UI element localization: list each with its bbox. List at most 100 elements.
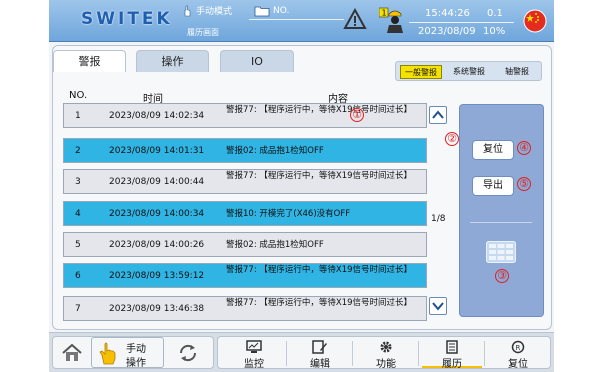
table-row[interactable]: 1 2023/08/09 14:02:34 警报77: 【程序运行中，等待X19… (63, 103, 427, 128)
row-message: 警报77: 【程序运行中，等待X19信号时间过长】 (226, 171, 413, 181)
nav-divider (352, 341, 353, 366)
row-message: 警报02: 成品抱1检知OFF (226, 146, 324, 156)
manual-operation-button[interactable]: 手动 操作 (91, 337, 164, 369)
row-number: 2 (75, 146, 81, 156)
annotation-marker-2: ② (445, 132, 459, 146)
row-time: 2023/08/09 14:02:34 (109, 111, 205, 121)
monitor-icon (246, 340, 262, 353)
gear-icon (380, 341, 392, 353)
manual-label-line2: 操作 (126, 358, 146, 369)
row-time: 2023/08/09 13:46:38 (109, 304, 205, 314)
scroll-up-button[interactable] (429, 106, 447, 124)
folder-icon (254, 6, 270, 17)
hmi-screen: SWITEK 手动模式 履历画面 NO. 1 15:44:26 2023/08/… (49, 0, 554, 372)
nav-function[interactable]: 功能 (356, 338, 416, 370)
annotation-marker-3: ③ (495, 269, 509, 283)
mode-text: 手动模式 (196, 7, 233, 17)
page-name: 履历画面 (187, 28, 219, 37)
table-row[interactable]: 3 2023/08/09 14:00:44 警报77: 【程序运行中，等待X19… (63, 169, 427, 194)
bottom-bar: 手动 操作 监控 编辑 功能 履历 R 复位 (49, 332, 554, 372)
document-icon (446, 340, 458, 354)
operator-icon[interactable]: 1 (379, 6, 405, 34)
manual-controls: 手动 操作 (52, 336, 214, 369)
percent-value: 10% (483, 26, 506, 37)
home-icon[interactable] (61, 344, 83, 362)
row-number: 6 (75, 271, 81, 281)
row-number: 1 (75, 111, 81, 121)
nav-history[interactable]: 履历 (422, 338, 482, 370)
hand-icon (184, 5, 191, 16)
reset-button[interactable]: 复位 (472, 140, 514, 160)
row-time: 2023/08/09 14:00:34 (109, 209, 205, 219)
header-divider (249, 19, 344, 20)
annotation-marker-1: ① (350, 108, 364, 122)
language-flag-icon[interactable] (523, 9, 547, 33)
row-message: 警报77: 【程序运行中，等待X19信号时间过长】 (226, 265, 413, 275)
nav-reset[interactable]: R 复位 (488, 338, 548, 370)
nav-edit-label: 编辑 (310, 359, 330, 370)
annotation-marker-4: ④ (517, 141, 531, 155)
clock-date: 2023/08/09 (418, 26, 476, 37)
table-row[interactable]: 7 2023/08/09 13:46:38 警报77: 【程序运行中，等待X19… (63, 296, 427, 321)
file-number: NO. (273, 6, 290, 16)
row-time: 2023/08/09 14:00:26 (109, 240, 205, 250)
alarm-filter-group: 一般警报 系统警报 轴警报 (395, 61, 542, 81)
file-indicator: NO. (254, 5, 289, 17)
nav-function-label: 功能 (376, 359, 396, 370)
mode-indicator: 手动模式 (181, 4, 232, 17)
panel-divider (470, 222, 532, 223)
svg-text:R: R (516, 344, 521, 352)
row-message: 警报10: 开模完了(X46)没有OFF (226, 209, 351, 219)
column-header-no: NO. (69, 90, 88, 101)
nav-divider (484, 341, 485, 366)
nav-reset-label: 复位 (508, 359, 528, 370)
table-row[interactable]: 2 2023/08/09 14:01:31 警报02: 成品抱1检知OFF (63, 138, 427, 163)
alarm-history-panel: 警报 操作 IO 一般警报 系统警报 轴警报 NO. 时间 内容 1 2023/… (52, 45, 552, 330)
switek-logo: SWITEK (81, 9, 173, 29)
operator-badge: 1 (382, 9, 387, 18)
table-row[interactable]: 5 2023/08/09 14:00:26 警报02: 成品抱1检知OFF (63, 232, 427, 257)
nav-monitor[interactable]: 监控 (224, 338, 284, 370)
row-time: 2023/08/09 13:59:12 (109, 271, 205, 281)
row-number: 5 (75, 240, 81, 250)
speed-value: 0.1 (487, 8, 503, 19)
header-bar: SWITEK 手动模式 履历画面 NO. 1 15:44:26 2023/08/… (49, 0, 554, 42)
tab-operation[interactable]: 操作 (136, 50, 209, 72)
row-number: 7 (75, 304, 81, 314)
nav-edit[interactable]: 编辑 (290, 338, 350, 370)
nav-history-label: 履历 (442, 359, 462, 370)
action-panel: 复位 导出 (459, 104, 544, 317)
clock-time: 15:44:26 (425, 8, 470, 19)
cycle-icon[interactable] (177, 343, 199, 363)
table-row[interactable]: 6 2023/08/09 13:59:12 警报77: 【程序运行中，等待X19… (63, 263, 427, 288)
nav-monitor-label: 监控 (244, 359, 264, 370)
edit-icon (312, 340, 327, 354)
hand-pointer-icon (99, 342, 116, 365)
row-message: 警报02: 成品抱1检知OFF (226, 240, 324, 250)
scroll-down-button[interactable] (429, 297, 447, 315)
nav-divider (286, 341, 287, 366)
header-divider-right (409, 22, 514, 23)
export-button[interactable]: 导出 (472, 176, 514, 196)
tab-io[interactable]: IO (220, 50, 294, 72)
warning-icon[interactable] (343, 8, 367, 30)
row-number: 4 (75, 209, 81, 219)
keyboard-icon[interactable] (486, 241, 516, 263)
main-navigation: 监控 编辑 功能 履历 R 复位 (217, 336, 551, 370)
row-time: 2023/08/09 14:00:44 (109, 177, 205, 187)
filter-system-alarm[interactable]: 系统警报 (448, 65, 490, 79)
manual-label-line1: 手动 (126, 344, 146, 355)
filter-axis-alarm[interactable]: 轴警报 (496, 65, 538, 79)
row-time: 2023/08/09 14:01:31 (109, 146, 205, 156)
filter-general-alarm[interactable]: 一般警报 (400, 65, 442, 79)
row-message: 警报77: 【程序运行中，等待X19信号时间过长】 (226, 105, 413, 115)
nav-divider (418, 341, 419, 366)
chevron-down-icon (432, 302, 444, 311)
page-indicator: 1/8 (431, 214, 446, 224)
annotation-marker-5: ⑤ (517, 177, 531, 191)
chevron-up-icon (432, 110, 444, 119)
tab-alarm[interactable]: 警报 (53, 50, 126, 72)
table-row[interactable]: 4 2023/08/09 14:00:34 警报10: 开模完了(X46)没有O… (63, 201, 427, 226)
row-number: 3 (75, 177, 81, 187)
row-message: 警报77: 【程序运行中，等待X19信号时间过长】 (226, 298, 413, 308)
